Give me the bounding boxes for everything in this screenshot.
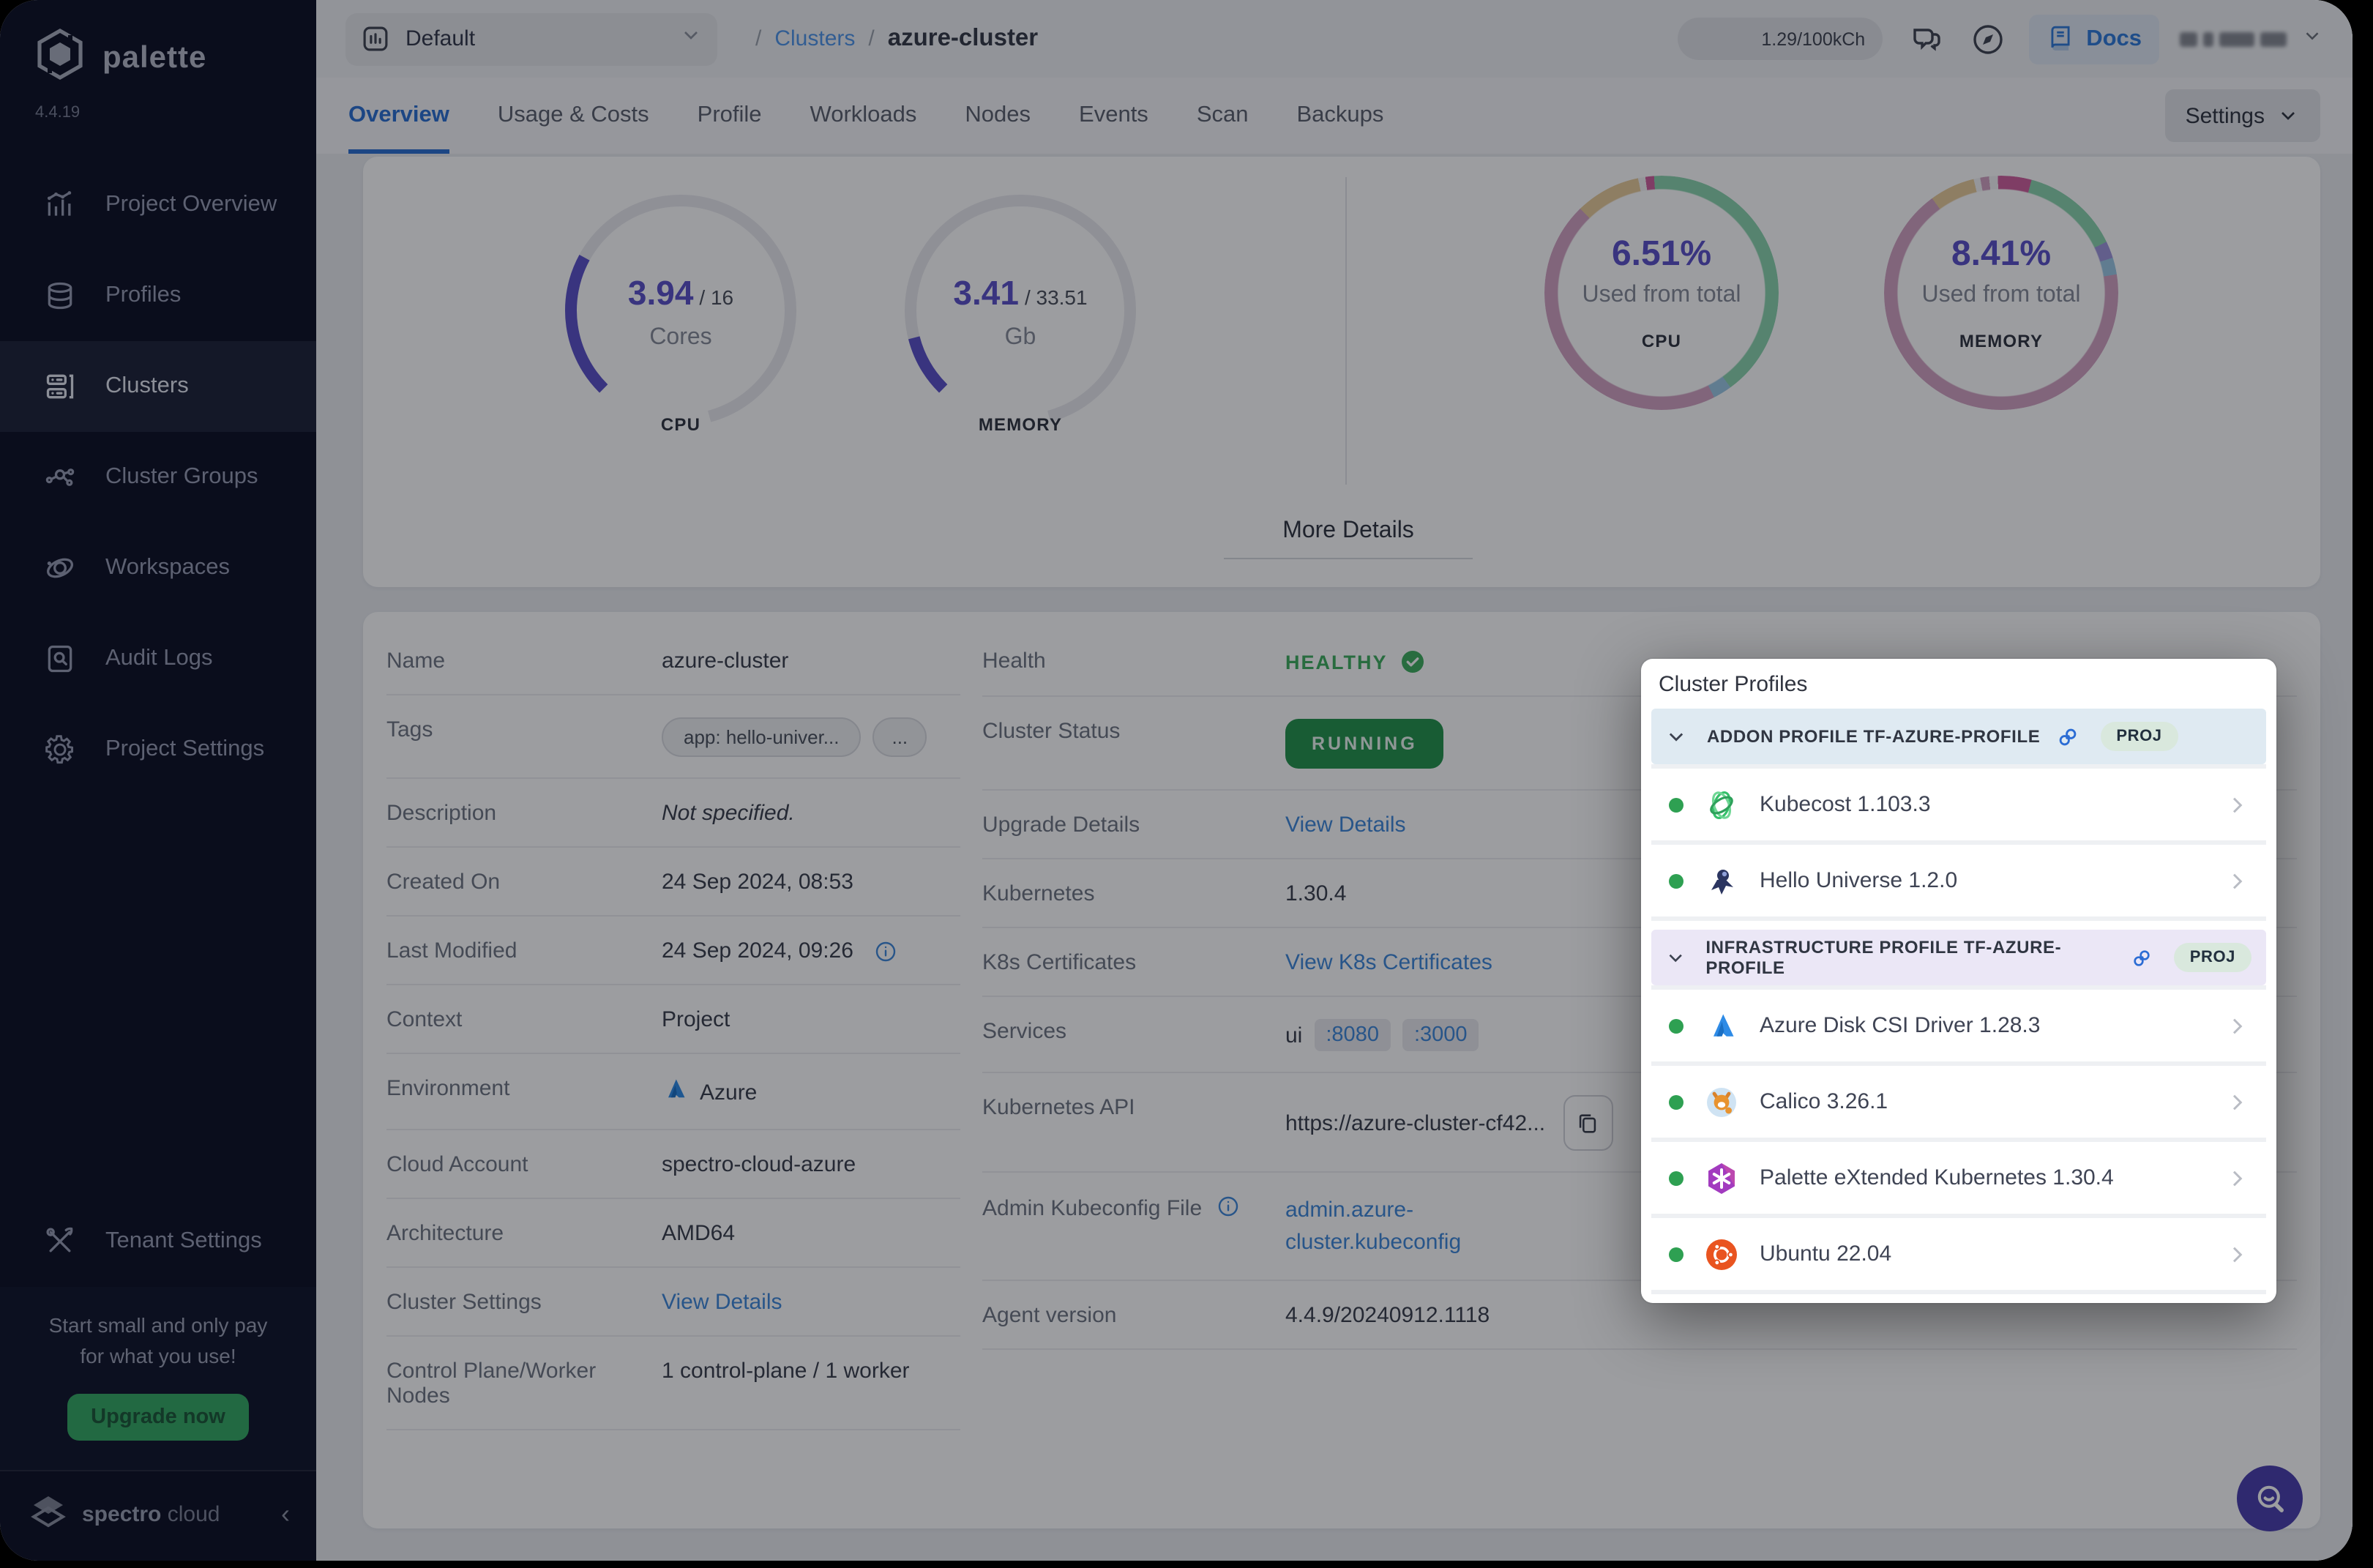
link-icon xyxy=(2058,728,2076,745)
app-window: palette 4.4.19 Project Overview Profiles… xyxy=(0,0,2353,1561)
status-dot xyxy=(1669,873,1683,888)
chevron-down-icon xyxy=(1669,954,1682,963)
profile-row-azure-disk-csi[interactable]: Azure Disk CSI Driver 1.28.3 xyxy=(1651,990,2266,1061)
profile-row-palette-extended-kubernetes[interactable]: Palette eXtended Kubernetes 1.30.4 xyxy=(1651,1142,2266,1214)
infrastructure-profile-section: INFRASTRUCTURE PROFILE TF-AZURE-PROFILE … xyxy=(1651,930,2266,1294)
calico-logo-icon xyxy=(1703,1083,1741,1121)
addon-profile-header[interactable]: ADDON PROFILE TF-AZURE-PROFILE PROJ xyxy=(1651,709,2266,764)
azure-logo-icon xyxy=(1703,1007,1741,1045)
hello-universe-logo-icon xyxy=(1703,862,1741,900)
profile-row-hello-universe[interactable]: Hello Universe 1.2.0 xyxy=(1651,845,2266,916)
chevron-right-icon xyxy=(2232,1018,2243,1034)
status-dot xyxy=(1669,1171,1683,1185)
status-dot xyxy=(1669,1018,1683,1033)
pxk-logo-icon xyxy=(1703,1159,1741,1197)
popup-title: Cluster Profiles xyxy=(1659,672,1808,697)
cluster-profiles-popup: Cluster Profiles ADDON PROFILE TF-AZURE-… xyxy=(1641,659,2276,1303)
infrastructure-profile-header[interactable]: INFRASTRUCTURE PROFILE TF-AZURE-PROFILE … xyxy=(1651,930,2266,985)
status-dot xyxy=(1669,1094,1683,1109)
chevron-right-icon xyxy=(2232,1246,2243,1262)
kubecost-logo-icon xyxy=(1703,785,1741,824)
chevron-down-icon xyxy=(1669,733,1683,742)
chevron-right-icon xyxy=(2232,1094,2243,1110)
profile-row-ubuntu[interactable]: Ubuntu 22.04 xyxy=(1651,1218,2266,1290)
addon-profile-section: ADDON PROFILE TF-AZURE-PROFILE PROJ Kube… xyxy=(1651,709,2266,921)
proj-scope-badge: PROJ xyxy=(2100,722,2178,751)
chevron-right-icon xyxy=(2232,796,2243,813)
status-dot xyxy=(1669,797,1683,812)
link-icon xyxy=(2134,949,2150,966)
ubuntu-logo-icon xyxy=(1703,1235,1741,1273)
proj-scope-badge: PROJ xyxy=(2173,943,2251,972)
profile-row-calico[interactable]: Calico 3.26.1 xyxy=(1651,1066,2266,1138)
chevron-right-icon xyxy=(2232,1170,2243,1186)
profile-row-kubecost[interactable]: Kubecost 1.103.3 xyxy=(1651,769,2266,840)
status-dot xyxy=(1669,1247,1683,1261)
chevron-right-icon xyxy=(2232,873,2243,889)
